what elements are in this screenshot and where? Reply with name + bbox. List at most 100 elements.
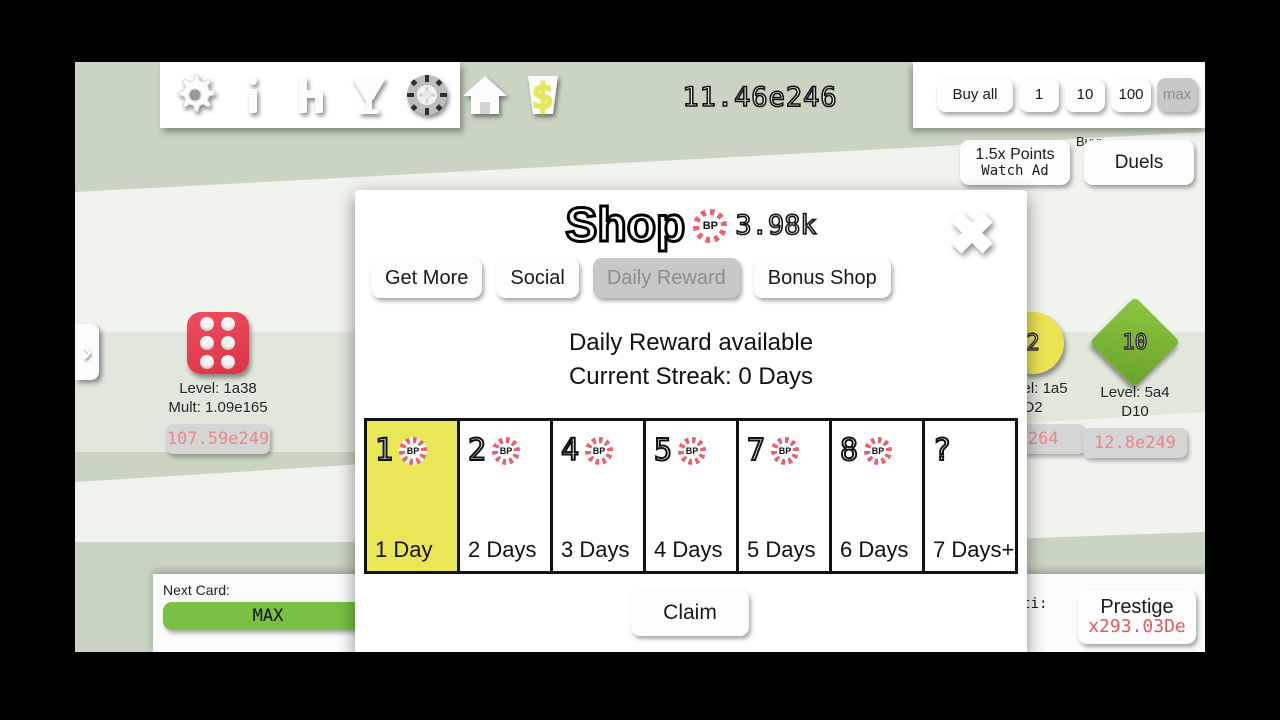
reward-day-label-4: 4 Days <box>654 537 723 562</box>
reward-day-label-3: 3 Days <box>561 537 630 562</box>
bp-chip-icon-2: BP <box>492 436 521 465</box>
reward-day-label-6: 6 Days <box>840 537 909 562</box>
dice-price-button[interactable]: 107.59e249 <box>166 423 270 454</box>
screenshot-root: › Level: 1a38 Mult: 1.09e165 107.59e249 … <box>0 0 1280 720</box>
d10-die-icon: 10 <box>1089 296 1181 388</box>
dice-price-button-d10[interactable]: 12.8e249 <box>1083 427 1187 458</box>
roulette-wheel-icon[interactable] <box>402 70 452 120</box>
reward-amount-row-5: 7 BP <box>746 432 823 469</box>
reward-day-label-7: 7 Days+ <box>933 537 1015 562</box>
right-action-buttons: 1.5x Points Watch Ad Duels <box>960 140 1194 185</box>
bp-chip-icon-3: BP <box>585 436 614 465</box>
points-sub-label: Watch Ad <box>981 162 1049 179</box>
tab-daily-reward[interactable]: Daily Reward <box>592 258 740 298</box>
reward-amount-6: 8 <box>839 432 859 469</box>
reward-day-7[interactable]: ? 7 Days+ <box>925 421 1015 571</box>
shop-tabs: Get More Social Daily Reward Bonus Shop <box>371 258 1011 298</box>
dice-type-label-d10: D10 <box>1060 403 1205 422</box>
prestige-button[interactable]: Prestige x293.03De <box>1078 590 1196 644</box>
bp-chip-icon-1: BP <box>399 436 428 465</box>
bp-chip-label-3: BP <box>592 445 606 456</box>
svg-text:$: $ <box>532 77 554 117</box>
tab-get-more[interactable]: Get More <box>371 258 483 298</box>
reward-day-2[interactable]: 2 BP 2 Days <box>460 421 553 571</box>
prestige-label: Prestige <box>1100 596 1174 619</box>
dice-type-value-d10: D10 <box>1121 402 1149 420</box>
bp-chip-label-5: BP <box>778 445 792 456</box>
reward-amount-7: ? <box>932 432 952 469</box>
reward-amount-4: 5 <box>653 432 673 469</box>
reward-amount-row-7: ? <box>932 432 1009 469</box>
reward-amount-5: 7 <box>746 432 766 469</box>
close-icon[interactable]: ✖ <box>945 205 999 263</box>
reward-amount-row-6: 8 BP <box>839 432 916 469</box>
reward-amount-row-4: 5 BP <box>653 432 730 469</box>
prestige-value: x293.03De <box>1088 616 1186 638</box>
dice-level-label: Level: 1a38 <box>143 380 293 399</box>
reward-amount-2: 2 <box>467 432 487 469</box>
reward-day-5[interactable]: 7 BP 5 Days <box>739 421 832 571</box>
bp-chip-icon-6: BP <box>864 436 893 465</box>
trophy-icon[interactable] <box>344 70 394 120</box>
reward-amount-row-2: 2 BP <box>467 432 544 469</box>
dice-item-d10[interactable]: 10 Level: 5a4 D10 12.8e249 <box>1060 296 1205 458</box>
claim-button[interactable]: Claim <box>631 590 749 636</box>
bp-chip-label-4: BP <box>685 445 699 456</box>
tab-social[interactable]: Social <box>496 258 579 298</box>
d10-face-value: 10 <box>1122 329 1149 354</box>
bp-amount: 3.98k <box>735 209 818 242</box>
gear-icon[interactable] <box>170 70 220 120</box>
status-streak-line: Current Streak: 0 Days <box>568 362 814 390</box>
home-icon[interactable] <box>460 70 510 120</box>
buy-qty-max-button[interactable]: max <box>1157 78 1197 112</box>
page-title: Shop <box>564 198 687 254</box>
reward-day-label-1: 1 Day <box>375 537 433 562</box>
dollar-icon[interactable]: $ <box>518 70 568 120</box>
bp-chip-label-1: BP <box>406 445 420 456</box>
buy-all-button[interactable]: Buy all <box>937 78 1013 112</box>
reward-amount-row-1: 1 BP <box>374 432 451 469</box>
dice-level-value: Level: 1a38 <box>179 380 257 397</box>
buy-qty-10-button[interactable]: 10 <box>1065 78 1105 112</box>
buy-panel: Buy all 1 10 100 max <box>913 62 1205 128</box>
dice-level-label-d10: Level: 5a4 <box>1060 384 1205 403</box>
bp-chip-label-6: BP <box>871 445 885 456</box>
dice-item-d6[interactable]: Level: 1a38 Mult: 1.09e165 107.59e249 <box>143 312 293 454</box>
game-viewport: › Level: 1a38 Mult: 1.09e165 107.59e249 … <box>75 62 1205 652</box>
dice-level-value-d10: Level: 5a4 <box>1100 384 1170 401</box>
dice-mult-value: Mult: 1.09e165 <box>168 398 268 416</box>
top-toolbar: $ <box>160 62 558 128</box>
buy-qty-100-button[interactable]: 100 <box>1111 78 1151 112</box>
tab-bonus-shop[interactable]: Bonus Shop <box>753 258 891 298</box>
reward-amount-3: 4 <box>560 432 580 469</box>
next-card-bar[interactable]: MAX <box>163 602 373 630</box>
reward-amount-row-3: 4 BP <box>560 432 637 469</box>
reward-day-4[interactable]: 5 BP 4 Days <box>646 421 739 571</box>
bp-chip-icon-5: BP <box>771 436 800 465</box>
drawer-toggle[interactable]: › <box>75 324 99 380</box>
d2-face-value: 2 <box>1026 330 1041 356</box>
reward-day-label-2: 2 Days <box>468 537 537 562</box>
bp-chip-label: BP <box>702 219 718 232</box>
info-icon[interactable] <box>228 70 278 120</box>
dice-mult-label: Mult: 1.09e165 <box>143 399 293 418</box>
bp-chip-icon: BP <box>693 208 728 243</box>
reward-day-label-5: 5 Days <box>747 537 816 562</box>
duels-button[interactable]: Duels <box>1084 140 1194 185</box>
watch-ad-points-button[interactable]: 1.5x Points Watch Ad <box>960 140 1070 185</box>
reward-day-6[interactable]: 8 BP 6 Days <box>832 421 925 571</box>
buy-qty-1-button[interactable]: 1 <box>1019 78 1059 112</box>
bp-chip-label-2: BP <box>499 445 513 456</box>
bp-chip-icon-4: BP <box>678 436 707 465</box>
reward-day-1[interactable]: 1 BP 1 Day <box>367 421 460 571</box>
shop-title-row: Shop BP 3.98k <box>355 198 1027 254</box>
reward-amount-1: 1 <box>374 432 394 469</box>
d6-die-icon <box>187 312 249 374</box>
shop-modal: Shop BP 3.98k ✖ Get More Social Daily Re… <box>355 190 1027 652</box>
points-main-label: 1.5x Points <box>975 145 1055 163</box>
help-icon[interactable] <box>286 70 336 120</box>
daily-reward-status: Daily Reward available Current Streak: 0… <box>355 326 1027 393</box>
reward-day-3[interactable]: 4 BP 3 Days <box>553 421 646 571</box>
next-card-label: Next Card: <box>163 582 230 598</box>
daily-reward-grid: 1 BP 1 Day 2 BP 2 Days 4 BP 3 Days 5 BP … <box>364 418 1018 574</box>
